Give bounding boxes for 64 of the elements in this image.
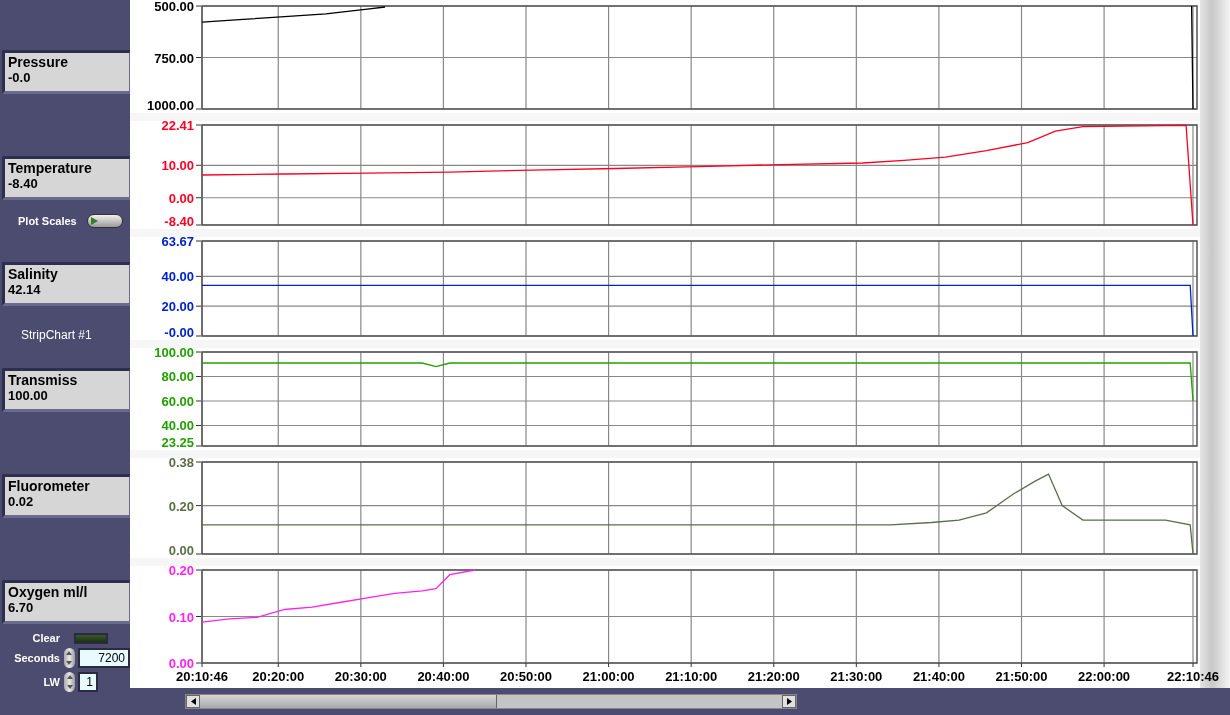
seconds-label: Seconds <box>14 652 61 664</box>
indicator-value: 42.14 <box>8 282 42 297</box>
scroll-left-button[interactable] <box>186 695 200 708</box>
spinner-arrows[interactable] <box>64 648 75 668</box>
indicator-value: -0.0 <box>8 70 32 85</box>
axis-label: 10.00 <box>161 158 194 174</box>
axis-label: -8.40 <box>164 214 194 229</box>
axis-label: 0.00 <box>168 656 194 671</box>
indicator-label: Pressure <box>8 54 69 70</box>
axis-label: -0.00 <box>164 325 194 340</box>
toggle-switch[interactable] <box>86 214 123 228</box>
axis-label: 0.10 <box>168 609 194 625</box>
axis-label: 20:20:00 <box>252 669 305 684</box>
axis-label: 22:00:00 <box>1078 669 1131 684</box>
indicator-label: Temperature <box>8 160 93 176</box>
indicator-value: -8.40 <box>8 176 39 191</box>
axis-label: 21:50:00 <box>995 669 1048 684</box>
axis-label: 500.00 <box>154 0 194 14</box>
axis-label: 23.25 <box>161 435 194 450</box>
axis-label: 80.00 <box>161 369 194 385</box>
indicator-label: Transmiss <box>8 372 79 388</box>
clear-label: Clear <box>32 632 61 644</box>
line-width-field[interactable]: 1 <box>78 672 98 692</box>
axis-label: 100.00 <box>154 345 194 360</box>
axis-label: 0.00 <box>168 190 194 206</box>
axis-label: 20:10:46 <box>176 669 228 684</box>
axis-label: 40.00 <box>161 418 194 434</box>
scroll-right-button[interactable] <box>782 695 796 708</box>
axis-label: 20.00 <box>161 299 194 315</box>
scrollbar[interactable] <box>185 694 797 709</box>
axis-label: 40.00 <box>161 269 194 285</box>
toggle-label: Plot Scales <box>18 215 77 227</box>
axis-label: 1000.00 <box>147 98 194 113</box>
spinner-arrows[interactable] <box>64 672 75 692</box>
axis-label: 63.67 <box>161 234 194 249</box>
indicator-label: Oxygen ml/l <box>8 584 89 600</box>
axis-label: 22:10:46 <box>1167 669 1219 684</box>
axis-label: 20:30:00 <box>334 669 387 684</box>
axis-label: 21:00:00 <box>582 669 635 684</box>
scrollbar-thumb[interactable] <box>200 695 497 708</box>
indicator-value: 100.00 <box>8 388 49 403</box>
chart-caption: StripChart #1 <box>21 328 92 342</box>
play-icon <box>90 217 98 225</box>
axis-label: 60.00 <box>161 394 194 409</box>
indicator-value: 6.70 <box>8 600 35 615</box>
axis-label: 0.20 <box>168 563 194 578</box>
axis-label: 0.38 <box>168 455 194 470</box>
axis-label: 21:40:00 <box>912 669 965 684</box>
axis-label: 20:50:00 <box>500 669 553 684</box>
axis-label: 0.20 <box>168 498 194 514</box>
right-arrow-icon <box>786 698 792 705</box>
axis-label: 22.41 <box>161 118 194 133</box>
axis-label: 20:40:00 <box>417 669 470 684</box>
axis-label: 0.00 <box>168 543 194 558</box>
indicator-label: Salinity <box>8 266 59 282</box>
seconds-field[interactable]: 7200 <box>77 648 130 668</box>
axis-label: 21:20:00 <box>747 669 800 684</box>
left-arrow-icon <box>190 698 196 705</box>
indicator-value: 0.02 <box>8 494 35 509</box>
indicator-label: Fluorometer <box>8 478 91 494</box>
axis-label: 750.00 <box>154 50 194 66</box>
line-width-label: LW <box>43 676 61 688</box>
axis-label: 21:30:00 <box>830 669 883 684</box>
axis-label: 21:10:00 <box>665 669 718 684</box>
